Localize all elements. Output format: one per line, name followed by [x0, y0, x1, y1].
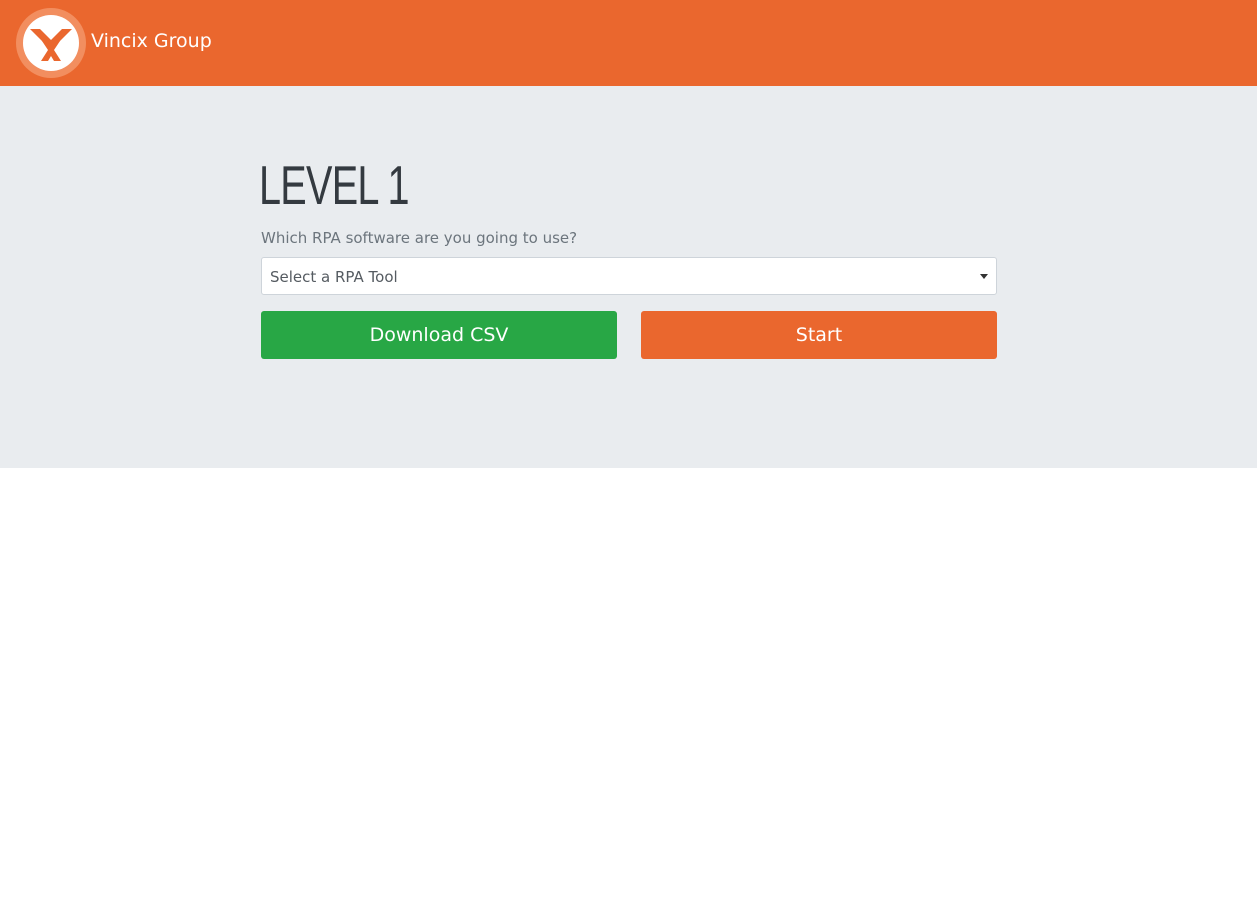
- top-navbar: Vincix Group: [0, 0, 1257, 86]
- rpa-question-label: Which RPA software are you going to use?: [261, 229, 578, 247]
- rpa-tool-select[interactable]: Select a RPA Tool: [261, 257, 997, 295]
- page-title: LEVEL 1: [259, 154, 410, 216]
- start-button[interactable]: Start: [641, 311, 997, 359]
- vincix-logo-svg: [23, 15, 79, 71]
- brand-name[interactable]: Vincix Group: [91, 29, 212, 53]
- download-csv-button[interactable]: Download CSV: [261, 311, 617, 359]
- rpa-tool-select-value: Select a RPA Tool: [270, 268, 398, 286]
- vincix-logo-icon[interactable]: [16, 8, 86, 78]
- caret-down-icon: [980, 274, 988, 279]
